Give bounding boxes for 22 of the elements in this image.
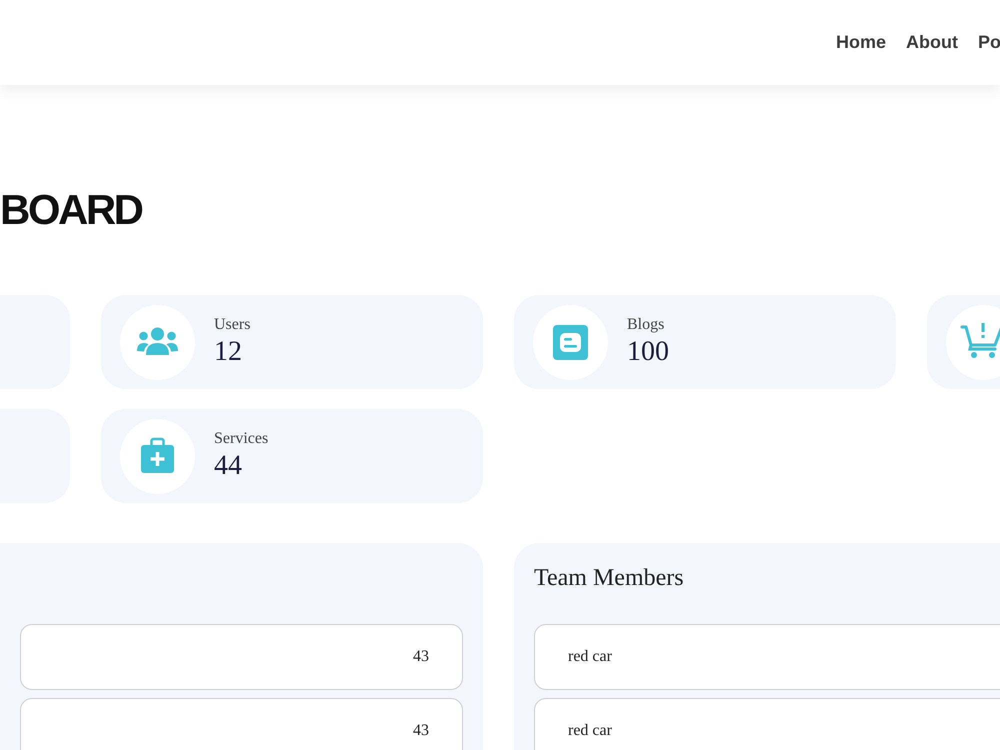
item-name: red car [568,722,612,740]
nav-link[interactable]: Home [836,32,886,53]
list-item[interactable]: 43 [20,698,463,750]
stat-label: Services [214,429,268,449]
stat-label: Blogs [627,315,666,335]
page-title: BOARD [0,185,143,235]
users-icon [120,304,195,380]
stat-value: 12 [214,335,243,369]
item-name: red car [568,648,612,666]
list-item[interactable]: 43 [20,624,463,690]
blog-icon [533,304,608,380]
nav-link[interactable]: Po [978,32,1000,53]
item-value: 43 [413,722,429,740]
nav-link[interactable]: About [906,32,958,53]
list-item[interactable]: red car [534,624,1000,690]
list-item[interactable]: red car [534,698,1000,750]
stat-value: 100 [627,335,669,369]
item-value: 43 [413,648,429,666]
stat-label: Users [214,315,250,335]
stat-value: 44 [214,449,243,483]
panel-title: Team Members [534,565,684,591]
medical-kit-icon [120,418,195,494]
